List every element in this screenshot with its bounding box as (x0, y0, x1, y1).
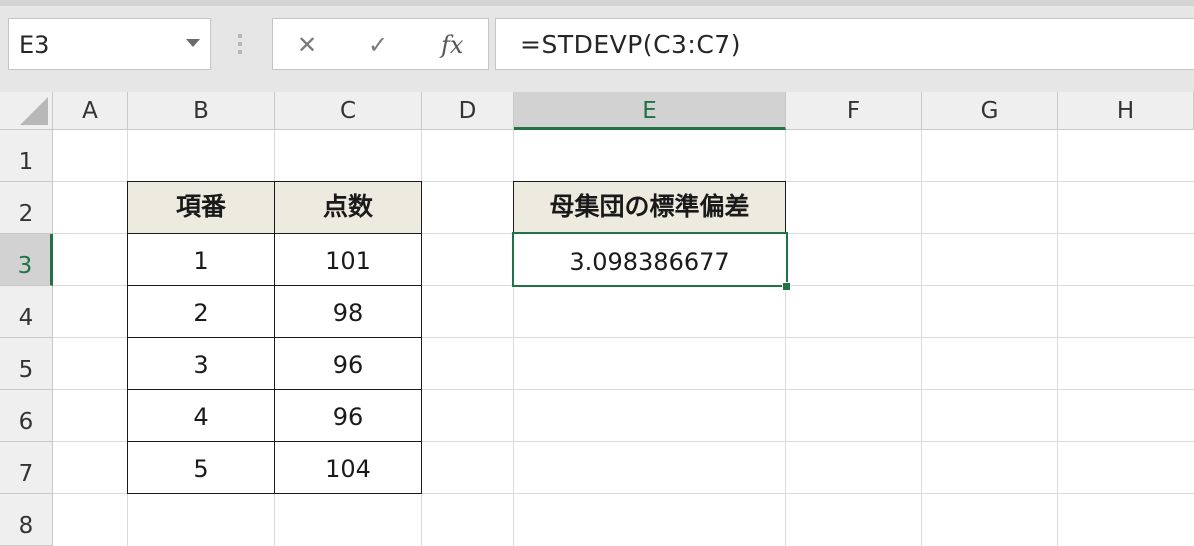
cell-b2[interactable]: 項番 (127, 181, 275, 234)
insert-function-icon[interactable]: fx (441, 31, 463, 59)
formula-buttons: ✕ ✓ fx (272, 18, 489, 70)
chevron-down-icon[interactable] (186, 39, 200, 47)
name-box[interactable]: E3 (8, 18, 211, 70)
cell-b7[interactable]: 5 (127, 441, 275, 494)
cancel-icon[interactable]: ✕ (297, 31, 317, 59)
cell-b3[interactable]: 1 (127, 233, 275, 286)
cell-c6[interactable]: 96 (274, 389, 422, 442)
cell-c3[interactable]: 101 (274, 233, 422, 286)
enter-icon[interactable]: ✓ (368, 31, 388, 59)
fill-handle[interactable] (782, 282, 791, 291)
row-header-5[interactable]: 5 (0, 338, 53, 390)
row-header-6[interactable]: 6 (0, 390, 53, 442)
column-header-c[interactable]: C (275, 92, 422, 130)
column-header-h[interactable]: H (1058, 92, 1194, 130)
name-box-value: E3 (19, 31, 50, 59)
formula-bar-area: E3 ✕ ✓ fx =STDEVP(C3:C7) (0, 0, 1194, 92)
gridline (921, 130, 922, 546)
cell-b5[interactable]: 3 (127, 337, 275, 390)
cell-b4[interactable]: 2 (127, 285, 275, 338)
column-header-e[interactable]: E (514, 92, 786, 130)
ribbon-edge (0, 0, 1194, 6)
cell-c5[interactable]: 96 (274, 337, 422, 390)
gridline (1057, 130, 1058, 546)
cell-b6[interactable]: 4 (127, 389, 275, 442)
column-header-g[interactable]: G (922, 92, 1058, 130)
row-header-1[interactable]: 1 (0, 130, 53, 182)
column-header-f[interactable]: F (786, 92, 922, 130)
row-header-4[interactable]: 4 (0, 286, 53, 338)
cell-e2[interactable]: 母集団の標準偏差 (513, 181, 786, 234)
row-header-3[interactable]: 3 (0, 234, 53, 286)
cell-c7[interactable]: 104 (274, 441, 422, 494)
formula-text: =STDEVP(C3:C7) (520, 30, 741, 59)
column-header-b[interactable]: B (128, 92, 275, 130)
row-header-7[interactable]: 7 (0, 442, 53, 494)
cell-c4[interactable]: 98 (274, 285, 422, 338)
grip-handle-icon[interactable] (238, 34, 242, 56)
row-header-8[interactable]: 8 (0, 494, 53, 546)
column-header-a[interactable]: A (53, 92, 128, 130)
cell-c2[interactable]: 点数 (274, 181, 422, 234)
row-header-2[interactable]: 2 (0, 182, 53, 234)
select-all-button[interactable] (0, 92, 53, 130)
active-cell-border (512, 232, 788, 287)
formula-input[interactable]: =STDEVP(C3:C7) (495, 18, 1194, 70)
column-header-d[interactable]: D (422, 92, 514, 130)
